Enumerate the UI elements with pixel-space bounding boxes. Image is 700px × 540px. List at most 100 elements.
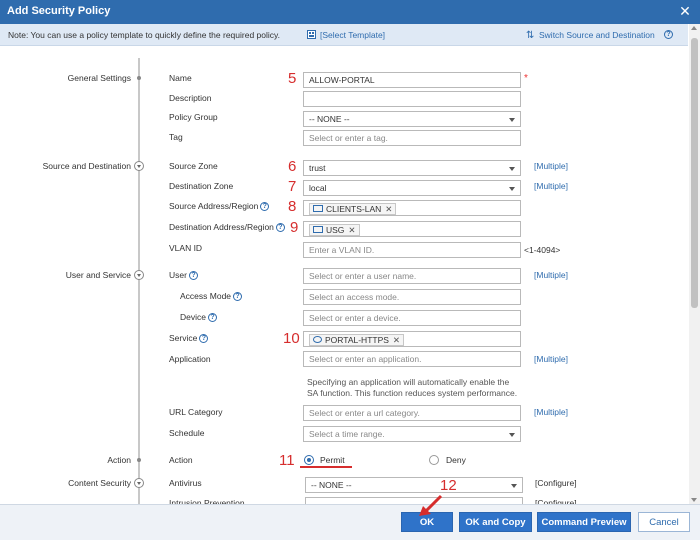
address-tag: CLIENTS-LAN ✕ [309, 203, 397, 215]
address-tag: USG ✕ [309, 224, 360, 236]
destination-zone-multiple-link[interactable]: [Multiple] [534, 181, 568, 191]
annotation-12: 12 [440, 477, 457, 494]
deny-label[interactable]: Deny [446, 455, 466, 465]
section-content-security: Content Security [68, 478, 131, 488]
destination-address-input[interactable]: USG ✕ [303, 221, 521, 237]
remove-tag-icon[interactable]: ✕ [393, 335, 400, 345]
permit-label[interactable]: Permit [320, 455, 345, 465]
source-zone-select[interactable]: trust [303, 160, 521, 176]
vlan-id-range: <1-4094> [524, 245, 561, 255]
scroll-up-icon[interactable] [691, 26, 697, 30]
template-icon[interactable] [307, 30, 316, 39]
cancel-button[interactable]: Cancel [638, 512, 690, 532]
deny-radio[interactable] [429, 455, 439, 465]
help-icon[interactable]: ? [188, 271, 198, 281]
command-preview-button[interactable]: Command Preview [537, 512, 631, 532]
collapse-source-destination-icon[interactable] [134, 161, 144, 171]
scroll-down-icon[interactable] [691, 498, 697, 502]
user-input[interactable]: Select or enter a user name. [303, 268, 521, 284]
remove-tag-icon[interactable]: ✕ [385, 204, 392, 214]
switch-source-destination-link[interactable]: Switch Source and Destination [539, 30, 655, 40]
application-hint-line1: Specifying an application will automatic… [307, 377, 510, 387]
help-icon[interactable]: ? [664, 30, 673, 39]
url-category-label: URL Category [169, 407, 223, 417]
switch-icon[interactable]: ⇅ [526, 30, 534, 41]
user-label: User? [169, 270, 198, 281]
help-icon[interactable]: ? [199, 334, 209, 344]
service-label: Service? [169, 333, 209, 344]
red-arrow-annotation-icon [419, 494, 443, 516]
ok-and-copy-button[interactable]: OK and Copy [459, 512, 532, 532]
vlan-id-label: VLAN ID [169, 243, 203, 253]
annotation-11: 11 [279, 452, 295, 469]
annotation-9: 9 [290, 219, 299, 236]
schedule-label: Schedule [169, 428, 205, 438]
address-icon [313, 205, 323, 213]
remove-tag-icon[interactable]: ✕ [348, 225, 355, 235]
source-address-label: Source Address/Region? [169, 201, 270, 212]
permit-underline-annotation [300, 466, 352, 468]
access-mode-label: Access Mode? [180, 291, 243, 302]
note-bar: Note: You can use a policy template to q… [0, 24, 688, 46]
address-icon [313, 226, 323, 234]
section-action: Action [107, 455, 131, 465]
description-input[interactable] [303, 91, 521, 107]
antivirus-configure-link[interactable]: [Configure] [535, 478, 577, 488]
vertical-scrollbar[interactable] [689, 24, 700, 504]
service-tag: PORTAL-HTTPS ✕ [309, 334, 405, 346]
source-zone-multiple-link[interactable]: [Multiple] [534, 161, 568, 171]
collapse-content-security-icon[interactable] [134, 478, 144, 488]
destination-zone-select[interactable]: local [303, 180, 521, 196]
device-label: Device? [180, 312, 217, 323]
application-hint-line2: SA function. This function reduces syste… [307, 388, 518, 398]
policy-group-label: Policy Group [169, 112, 218, 122]
section-source-destination: Source and Destination [42, 161, 131, 171]
application-multiple-link[interactable]: [Multiple] [534, 354, 568, 364]
antivirus-select[interactable]: -- NONE -- [305, 477, 523, 493]
annotation-7: 7 [288, 178, 297, 195]
annotation-8: 8 [288, 198, 297, 215]
dialog-title-bar: Add Security Policy ✕ [0, 0, 700, 24]
help-icon[interactable]: ? [260, 202, 270, 212]
annotation-5: 5 [288, 70, 297, 87]
section-divider-line [138, 58, 140, 504]
destination-address-label: Destination Address/Region? [169, 222, 285, 233]
service-icon [313, 336, 322, 344]
annotation-10: 10 [283, 330, 300, 347]
tag-input[interactable]: Select or enter a tag. [303, 130, 521, 146]
url-category-multiple-link[interactable]: [Multiple] [534, 407, 568, 417]
antivirus-label: Antivirus [169, 478, 202, 488]
url-category-input[interactable]: Select or enter a url category. [303, 405, 521, 421]
user-multiple-link[interactable]: [Multiple] [534, 270, 568, 280]
vlan-id-input[interactable]: Enter a VLAN ID. [303, 242, 521, 258]
section-dot-icon [137, 76, 141, 80]
source-zone-label: Source Zone [169, 161, 218, 171]
help-icon[interactable]: ? [275, 223, 285, 233]
help-icon[interactable]: ? [233, 292, 243, 302]
schedule-select[interactable]: Select a time range. [303, 426, 521, 442]
name-input[interactable]: ALLOW-PORTAL [303, 72, 521, 88]
application-label: Application [169, 354, 211, 364]
name-label: Name [169, 73, 192, 83]
section-user-service: User and Service [65, 270, 131, 280]
permit-radio[interactable] [304, 455, 314, 465]
required-marker: * [524, 73, 528, 84]
service-input[interactable]: PORTAL-HTTPS ✕ [303, 331, 521, 347]
close-icon[interactable]: ✕ [676, 2, 694, 20]
policy-group-select[interactable]: -- NONE -- [303, 111, 521, 127]
device-input[interactable]: Select or enter a device. [303, 310, 521, 326]
application-input[interactable]: Select or enter an application. [303, 351, 521, 367]
source-address-input[interactable]: CLIENTS-LAN ✕ [303, 200, 521, 216]
scroll-thumb[interactable] [691, 38, 698, 308]
select-template-link[interactable]: [Select Template] [320, 30, 385, 40]
access-mode-input[interactable]: Select an access mode. [303, 289, 521, 305]
collapse-user-service-icon[interactable] [134, 270, 144, 280]
help-icon[interactable]: ? [207, 313, 217, 323]
destination-zone-label: Destination Zone [169, 181, 234, 191]
annotation-6: 6 [288, 158, 297, 175]
section-general-settings: General Settings [67, 73, 131, 83]
dialog-title: Add Security Policy [7, 5, 111, 17]
action-label: Action [169, 455, 193, 465]
description-label: Description [169, 93, 212, 103]
note-text: Note: You can use a policy template to q… [8, 30, 281, 40]
